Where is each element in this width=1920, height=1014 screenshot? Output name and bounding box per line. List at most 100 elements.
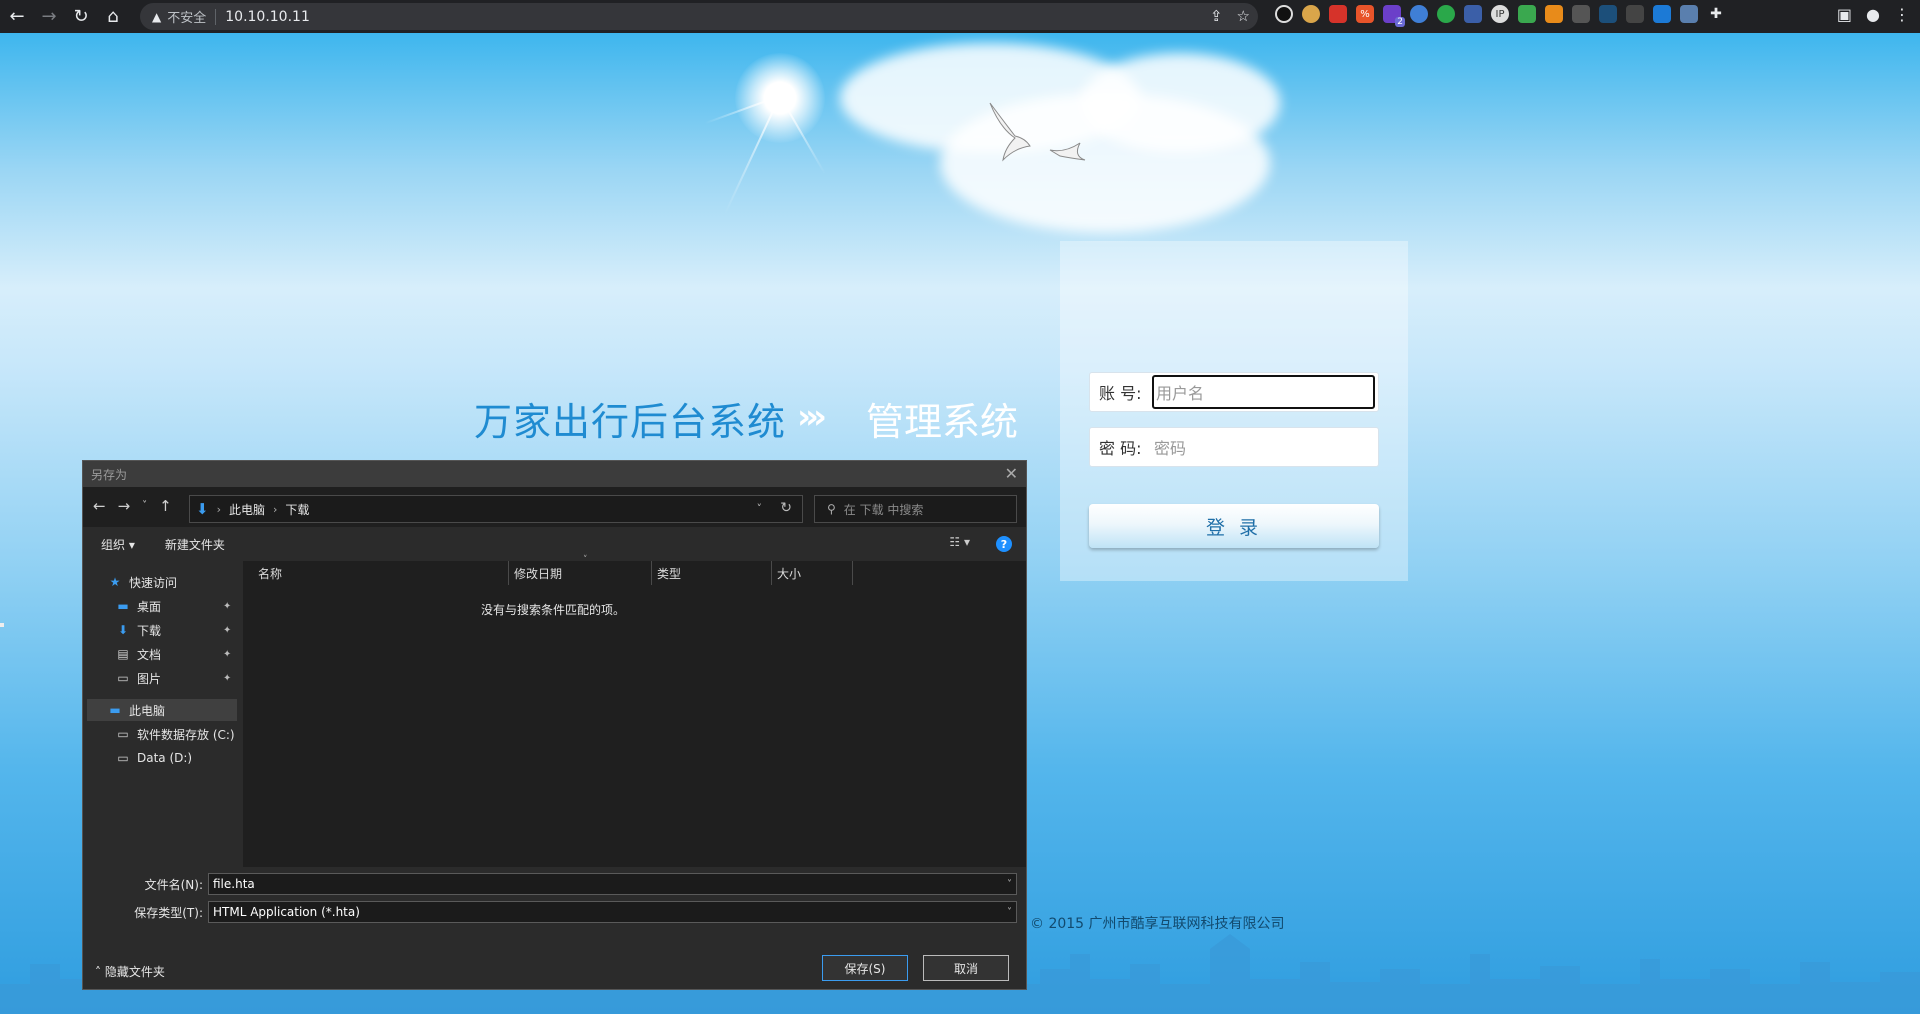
column-header-type[interactable]: 类型 [652,561,772,585]
username-input[interactable]: 用户名 [1152,375,1375,409]
sidebar-toggle-icon[interactable]: ▣ [1837,5,1852,24]
share-icon[interactable]: ⇪ [1210,7,1223,25]
computer-icon: ▬ [109,703,121,717]
forward-arrow-icon[interactable]: → [118,497,131,515]
bookmark-star-icon[interactable]: ☆ [1237,7,1250,25]
login-panel: 账 号: 用户名 密 码: 密码 登 录 [1060,241,1408,581]
password-label: 密 码: [1099,439,1142,458]
password-field: 密 码: 密码 [1089,427,1379,467]
mouse-cursor-icon [0,623,4,627]
ip-extension-icon[interactable]: IP [1491,5,1509,23]
url-text[interactable]: 10.10.10.11 [225,9,310,25]
dialog-title: 另存为 [91,467,128,482]
home-icon[interactable]: ⌂ [98,2,128,32]
cookie-icon[interactable] [1302,5,1320,23]
column-header-modified[interactable]: 修改日期 [509,561,652,585]
password-input[interactable]: 密码 [1152,430,1375,464]
breadcrumb-separator-icon: › [216,502,221,516]
chevron-down-icon[interactable]: ˅ [1007,907,1012,918]
nav-drive-d-label: Data (D:) [137,751,193,765]
nav-drive-c-label: 软件数据存放 (C:) [137,727,235,742]
filename-label: 文件名(N): [144,877,203,892]
refresh-icon[interactable]: ↻ [780,500,792,516]
reload-icon[interactable]: ↻ [66,2,96,32]
filename-input[interactable]: file.hta ˅ [208,873,1017,895]
arrow-extension-icon[interactable] [1545,5,1563,23]
close-icon[interactable]: ✕ [1005,464,1018,483]
back-arrow-icon[interactable]: ← [93,497,106,515]
forward-arrow-icon[interactable]: → [34,2,64,32]
download-icon: ⬇ [117,623,129,637]
omnibox-divider [215,8,217,25]
wave-extension-icon[interactable] [1599,5,1617,23]
chevron-down-icon[interactable]: ˅ [1007,879,1012,890]
nav-drive-d[interactable]: ▭ Data (D:) [115,747,192,769]
nav-quick-access[interactable]: ★ 快速访问 [107,571,177,593]
login-button[interactable]: 登 录 [1089,504,1379,548]
dialog-toolbar: 组织 ▾ 新建文件夹 ☷ ▾ ? [83,527,1026,561]
star-icon: ★ [109,575,121,589]
nav-this-pc-label: 此电脑 [129,703,166,718]
extension-circle-icon[interactable] [1275,5,1293,23]
nav-drive-c[interactable]: ▭ 软件数据存放 (C:) [115,723,235,745]
extension-badge-icon[interactable]: 2 [1383,5,1405,27]
save-as-dialog: 另存为 ✕ ← → ˅ ↑ ⬇ › 此电脑 › 下载 ˅ ↻ ⚲ 在 下载 中搜… [82,460,1027,990]
filename-row: 文件名(N): file.hta ˅ [83,873,1026,895]
pin-icon[interactable]: ✦ [223,673,231,684]
pin-icon[interactable]: ✦ [223,601,231,612]
help-icon[interactable]: ? [996,536,1012,552]
navigation-pane: ★ 快速访问 ▬ 桌面 ✦ ⬇ 下载 ✦ ▤ 文档 ✦ ▭ 图片 ✦ ▬ 此电脑… [83,561,241,867]
filetype-label: 保存类型(T): [134,905,203,920]
nav-pictures[interactable]: ▭ 图片 ✦ [115,667,241,689]
column-header-size[interactable]: 大小 [772,561,853,585]
nav-documents[interactable]: ▤ 文档 ✦ [115,643,241,665]
save-button[interactable]: 保存(S) [822,955,908,981]
copy-extension-icon[interactable] [1626,5,1644,23]
warning-triangle-icon: ▲ [152,9,162,24]
detect-extension-icon[interactable] [1572,5,1590,23]
search-placeholder: 在 下载 中搜索 [843,502,924,517]
globe-extension-icon[interactable] [1410,5,1428,23]
search-input[interactable]: ⚲ 在 下载 中搜索 [814,495,1017,523]
nav-this-pc[interactable]: ▬ 此电脑 [87,699,237,721]
empty-message: 没有与搜索条件匹配的项。 [480,603,625,617]
hide-folders-toggle[interactable]: ˄ 隐藏文件夹 [95,963,165,980]
new-folder-button[interactable]: 新建文件夹 [165,536,225,553]
nav-desktop[interactable]: ▬ 桌面 ✦ [115,595,241,617]
path-bar[interactable]: ⬇ › 此电脑 › 下载 ˅ ↻ [189,495,803,523]
back-arrow-icon[interactable]: ← [2,2,32,32]
cube-extension-icon[interactable] [1329,5,1347,23]
breadcrumb-separator-icon: › [273,502,278,516]
view-options-icon[interactable]: ☷ ▾ [949,535,970,549]
menu-kebab-icon[interactable]: ⋮ [1894,5,1910,24]
profile-icon[interactable]: ● [1866,5,1880,24]
up-arrow-icon[interactable]: ↑ [159,497,172,515]
dialog-footer: 文件名(N): file.hta ˅ 保存类型(T): HTML Applica… [83,867,1026,989]
address-bar[interactable]: ▲ 不安全 10.10.10.11 ⇪ ☆ [140,3,1258,30]
breadcrumb-this-pc[interactable]: 此电脑 [229,501,265,518]
grid-extension-icon[interactable] [1518,5,1536,23]
pin-icon[interactable]: ✦ [223,649,231,660]
search-icon: ⚲ [827,502,836,516]
browser-toolbar: ← → ↻ ⌂ ▲ 不安全 10.10.10.11 ⇪ ☆ % 2 IP ✚ ▣… [0,0,1920,33]
chevron-down-icon[interactable]: ˅ [757,502,763,515]
breadcrumb-downloads[interactable]: 下载 [285,501,309,518]
column-header-name[interactable]: 名称 [253,561,509,585]
filetype-value: HTML Application (*.hta) [213,905,360,919]
recent-locations-chevron-icon[interactable]: ˅ [142,500,147,515]
pin-icon[interactable]: ✦ [223,625,231,636]
star-extension-icon[interactable] [1680,5,1698,23]
organize-menu[interactable]: 组织 ▾ [101,536,135,553]
cancel-button[interactable]: 取消 [923,955,1009,981]
dialog-titlebar: 另存为 ✕ [83,461,1026,487]
cloud-shape [1080,53,1280,153]
nav-downloads[interactable]: ⬇ 下载 ✦ [115,619,241,641]
gear-extension-icon[interactable] [1437,5,1455,23]
percent-extension-icon[interactable]: % [1356,5,1374,23]
dialog-address-row: ← → ˅ ↑ ⬇ › 此电脑 › 下载 ˅ ↻ ⚲ 在 下载 中搜索 [83,487,1026,527]
filetype-select[interactable]: HTML Application (*.hta) ˅ [208,901,1017,923]
drive-icon: ▭ [117,751,129,765]
diamond-extension-icon[interactable] [1653,5,1671,23]
puzzle-icon[interactable]: ✚ [1707,5,1725,23]
flag-extension-icon[interactable] [1464,5,1482,23]
